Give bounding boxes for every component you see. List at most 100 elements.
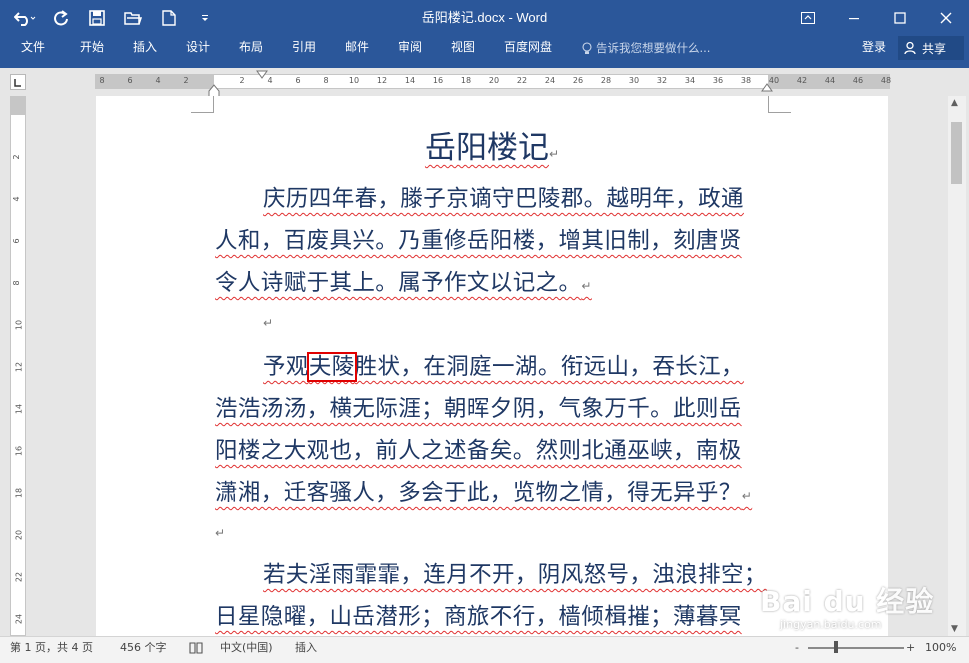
tab-selector-button[interactable]: [10, 74, 26, 90]
redo-button[interactable]: [46, 3, 76, 33]
zoom-in-button[interactable]: +: [906, 637, 915, 663]
ruler-number: 14: [14, 403, 24, 415]
text-before-highlight: 予观: [263, 354, 309, 380]
open-button[interactable]: [118, 3, 148, 33]
insert-mode-indicator[interactable]: 插入: [295, 637, 317, 663]
status-bar: 第 1 页，共 4 页 456 个字 中文(中国) 插入 - + 100%: [0, 636, 969, 663]
paragraph-1[interactable]: 庆历四年春，滕子京谪守巴陵郡。越明年，政通 人和，百废具兴。乃重修岳阳楼，增其旧…: [215, 178, 768, 304]
ruler-number: 16: [432, 76, 444, 85]
paragraph-line: 日星隐曜，山岳潜形；商旅不行，樯倾楫摧；薄暮冥: [215, 604, 742, 630]
ruler-number: 8: [99, 76, 105, 85]
ruler-number: 12: [376, 76, 388, 85]
document-title[interactable]: 岳阳楼记↵: [96, 122, 888, 167]
ruler-number: 4: [12, 196, 22, 202]
redo-icon: [54, 10, 68, 26]
customize-qat-button[interactable]: [190, 3, 220, 33]
tab-insert[interactable]: 插入: [133, 36, 157, 60]
folder-icon: [124, 12, 142, 25]
scrollbar-thumb[interactable]: [951, 122, 962, 184]
ruler-number: 18: [14, 487, 24, 499]
ribbon-tabs: 文件 开始 插入 设计 布局 引用 邮件 审阅 视图 百度网盘 告诉我您想要做什…: [0, 36, 969, 60]
vertical-scrollbar[interactable]: ▲ ▼: [948, 96, 966, 636]
share-button[interactable]: 共享: [898, 36, 964, 60]
zoom-level[interactable]: 100%: [925, 637, 956, 663]
ruler-number: 16: [14, 445, 24, 457]
ruler-number: 22: [14, 571, 24, 583]
scroll-down-icon[interactable]: ▼: [951, 624, 958, 634]
paragraph-line: 阳楼之大观也，前人之述备矣。然则北通巫峡，南极: [215, 438, 742, 464]
ruler-number: 8: [12, 280, 22, 286]
new-document-icon: [162, 10, 176, 26]
close-button[interactable]: [923, 0, 969, 36]
ruler-number: 10: [348, 76, 360, 85]
tab-references[interactable]: 引用: [292, 36, 316, 60]
ruler-number: 6: [295, 76, 301, 85]
paragraph-3[interactable]: 若夫淫雨霏霏，连月不开，阴风怒号，浊浪排空； 日星隐曜，山岳潜形；商旅不行，樯倾…: [215, 554, 768, 636]
tab-design[interactable]: 设计: [186, 36, 210, 60]
paragraph-line: 浩浩汤汤，横无际涯；朝晖夕阴，气象万千。此则岳: [215, 396, 742, 422]
tab-layout[interactable]: 布局: [239, 36, 263, 60]
paragraph-line: 若夫淫雨霏霏，连月不开，阴风怒号，浊浪排空；: [263, 562, 767, 588]
tab-review[interactable]: 审阅: [398, 36, 422, 60]
ruler-number: 32: [656, 76, 668, 85]
word-window: 岳阳楼记.docx - Word 文件 开始 插入 设计 布局 引用 邮件 审阅…: [0, 0, 969, 663]
tab-baidu-netdisk[interactable]: 百度网盘: [504, 36, 552, 60]
ruler-number: 4: [155, 76, 161, 85]
save-icon: [89, 10, 105, 26]
document-page[interactable]: 岳阳楼记↵ 庆历四年春，滕子京谪守巴陵郡。越明年，政通 人和，百废具兴。乃重修岳…: [96, 96, 888, 636]
ruler-number: 4: [267, 76, 273, 85]
tell-me-box[interactable]: 告诉我您想要做什么...: [582, 36, 710, 60]
scroll-up-icon[interactable]: ▲: [951, 98, 958, 108]
zoom-slider-handle[interactable]: [834, 641, 838, 653]
dropdown-icon: [202, 15, 208, 21]
ruler-number: 18: [460, 76, 472, 85]
ruler-number: 26: [572, 76, 584, 85]
ruler-number: 20: [488, 76, 500, 85]
ruler-number: 6: [127, 76, 133, 85]
zoom-slider[interactable]: [808, 647, 904, 649]
ruler-number: 28: [600, 76, 612, 85]
empty-paragraph-mark: ↵: [215, 526, 226, 540]
page-count[interactable]: 第 1 页，共 4 页: [10, 637, 93, 663]
login-link[interactable]: 登录: [862, 36, 886, 60]
paragraph-mark: ↵: [581, 279, 592, 293]
ruler-number: 34: [684, 76, 696, 85]
right-indent-marker[interactable]: [761, 82, 773, 92]
ribbon-collapsed-band: [0, 60, 969, 68]
ruler-number: 8: [323, 76, 329, 85]
ruler-number: 10: [14, 319, 24, 331]
new-document-button[interactable]: [154, 3, 184, 33]
ruler-number: 24: [14, 613, 24, 625]
tab-file[interactable]: 文件: [21, 36, 45, 60]
share-label: 共享: [922, 41, 947, 56]
ruler-number: 2: [183, 76, 189, 85]
maximize-button[interactable]: [877, 0, 923, 36]
vertical-ruler[interactable]: 2 4 6 8 10 12 14 16 18 20 22 24: [10, 96, 26, 636]
tab-home[interactable]: 开始: [80, 36, 104, 60]
tab-view[interactable]: 视图: [451, 36, 475, 60]
ruler-number: 2: [239, 76, 245, 85]
margin-corner-left: [191, 96, 214, 113]
paragraph-line: 人和，百废具兴。乃重修岳阳楼，增其旧制，刻唐贤: [215, 228, 742, 254]
first-line-indent-marker[interactable]: [256, 70, 268, 80]
title-bar: 岳阳楼记.docx - Word: [0, 0, 969, 36]
word-count[interactable]: 456 个字: [120, 637, 167, 663]
undo-button[interactable]: [10, 3, 40, 33]
save-button[interactable]: [82, 3, 112, 33]
highlighted-word[interactable]: 夫陵: [306, 352, 357, 382]
paragraph-line: 庆历四年春，滕子京谪守巴陵郡。越明年，政通: [263, 186, 744, 212]
window-controls: [785, 0, 969, 36]
language-indicator[interactable]: 中文(中国): [220, 637, 273, 663]
proofing-icon[interactable]: [189, 641, 203, 657]
zoom-out-button[interactable]: -: [795, 637, 799, 663]
ruler-number: 14: [404, 76, 416, 85]
book-check-icon: [189, 642, 203, 654]
minimize-button[interactable]: [831, 0, 877, 36]
ruler-number: 22: [516, 76, 528, 85]
tab-mailings[interactable]: 邮件: [345, 36, 369, 60]
ribbon-display-button[interactable]: [785, 0, 831, 36]
paragraph-2[interactable]: 予观夫陵胜状，在洞庭一湖。衔远山，吞长江， 浩浩汤汤，横无际涯；朝晖夕阴，气象万…: [215, 346, 768, 514]
document-area[interactable]: 岳阳楼记↵ 庆历四年春，滕子京谪守巴陵郡。越明年，政通 人和，百废具兴。乃重修岳…: [30, 96, 948, 636]
ruler-number: 44: [824, 76, 836, 85]
ruler-number: 38: [740, 76, 752, 85]
